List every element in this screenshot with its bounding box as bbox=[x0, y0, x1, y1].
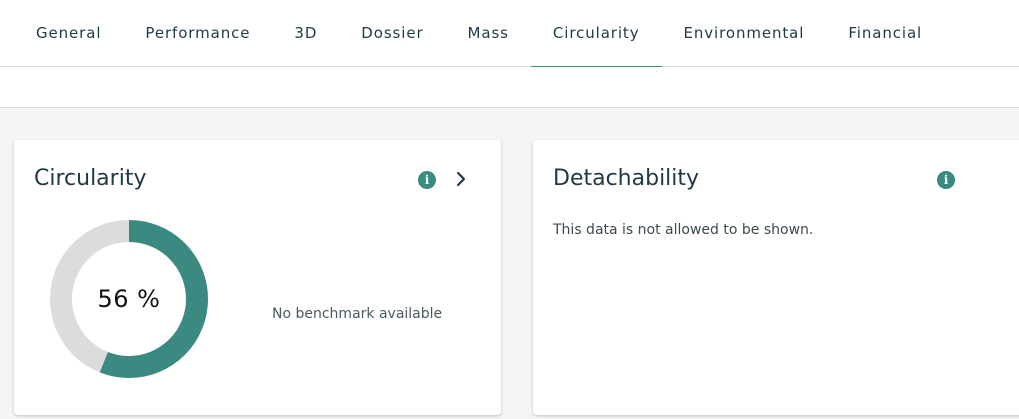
tab-general[interactable]: General bbox=[14, 0, 123, 67]
circularity-card-title: Circularity bbox=[34, 166, 147, 191]
tab-circularity[interactable]: Circularity bbox=[530, 0, 662, 68]
circularity-card: Circularity i 56 % No benchmark availabl… bbox=[14, 140, 501, 415]
tab-performance[interactable]: Performance bbox=[123, 0, 272, 67]
tab-dossier[interactable]: Dossier bbox=[339, 0, 445, 67]
tab-3d[interactable]: 3D bbox=[272, 0, 339, 67]
info-icon[interactable]: i bbox=[937, 171, 955, 189]
tab-environmental[interactable]: Environmental bbox=[662, 0, 827, 67]
sub-toolbar bbox=[0, 67, 1019, 108]
detachability-card-title: Detachability bbox=[553, 166, 700, 191]
circularity-value: 56 % bbox=[97, 285, 161, 313]
tab-bar: General Performance 3D Dossier Mass Circ… bbox=[0, 0, 1019, 68]
benchmark-text: No benchmark available bbox=[272, 306, 443, 322]
detachability-card: Detachability i This data is not allowed… bbox=[533, 140, 1019, 415]
tab-list: General Performance 3D Dossier Mass Circ… bbox=[14, 0, 944, 68]
tab-mass[interactable]: Mass bbox=[446, 0, 531, 67]
tab-financial[interactable]: Financial bbox=[826, 0, 944, 67]
info-icon[interactable]: i bbox=[418, 171, 436, 189]
chevron-right-icon[interactable] bbox=[451, 169, 471, 189]
restricted-data-message: This data is not allowed to be shown. bbox=[553, 222, 814, 238]
